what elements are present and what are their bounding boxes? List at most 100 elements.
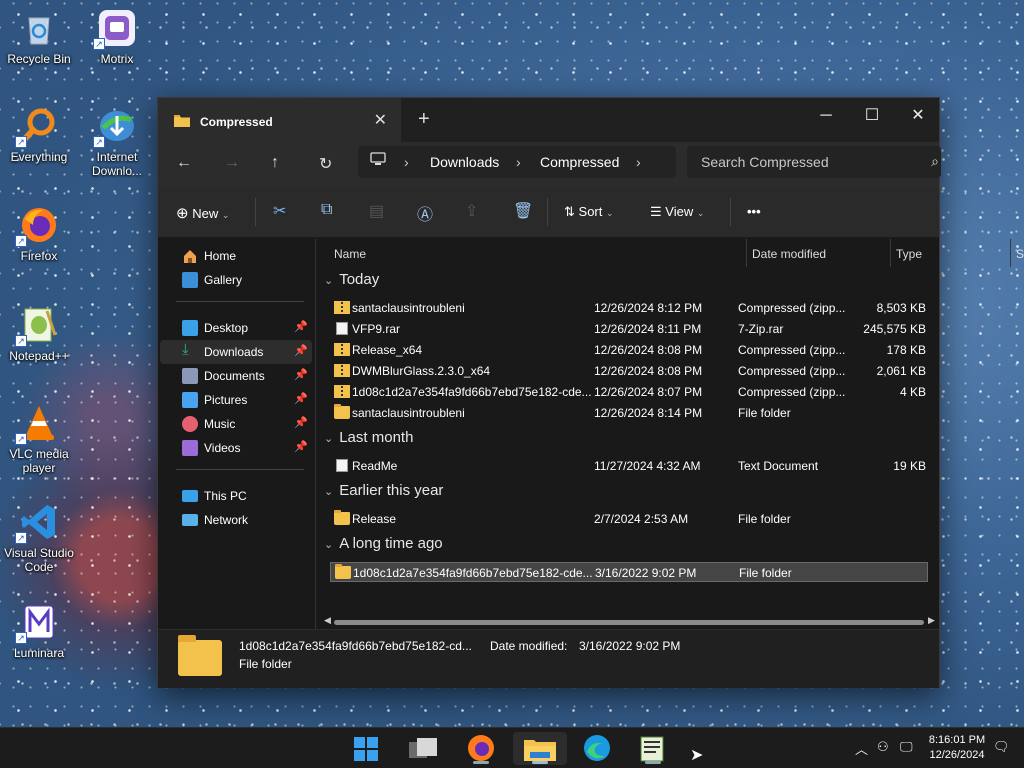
notepad-plus-plus-icon: ↗ bbox=[15, 305, 59, 347]
videos-icon bbox=[182, 440, 198, 456]
refresh-icon[interactable]: ↻ bbox=[319, 154, 332, 174]
folder-icon bbox=[178, 635, 222, 676]
share-icon[interactable]: ⇪ bbox=[465, 201, 478, 221]
nav-item-pictures[interactable]: Pictures 📌 bbox=[160, 388, 312, 412]
display-icon[interactable]: 🖵 bbox=[900, 739, 913, 755]
pictures-icon bbox=[182, 392, 198, 408]
desktop-icon-everything[interactable]: ↗ Everything bbox=[0, 106, 78, 164]
desktop-icon-recycle-bin[interactable]: Recycle Bin bbox=[0, 8, 78, 66]
breadcrumb[interactable]: › Downloads › Compressed › bbox=[358, 146, 676, 178]
address-bar: ← → ↑ ↻ › Downloads › Compressed › Searc… bbox=[158, 142, 941, 188]
new-button[interactable]: ⊕ New ⌄ bbox=[176, 204, 229, 222]
desktop-icon-firefox[interactable]: ↗ Firefox bbox=[0, 205, 78, 263]
file-row[interactable]: santaclausintroubleni 12/26/2024 8:12 PM C… bbox=[330, 298, 928, 318]
file-name: 1d08c1d2a7e354fa9fd66b7ebd75e182-cde... bbox=[353, 566, 593, 580]
file-row[interactable]: ReadMe 11/27/2024 4:32 AM Text Document 19 … bbox=[330, 456, 928, 476]
chevron-right-icon[interactable]: › bbox=[636, 154, 641, 170]
taskbar-firefox[interactable] bbox=[461, 732, 501, 765]
file-row[interactable]: Release 2/7/2024 2:53 AM File folder bbox=[330, 509, 928, 529]
desktop-icon-label: Motrix bbox=[100, 52, 134, 66]
group-header[interactable]: ⌄ A long time ago bbox=[324, 535, 443, 552]
group-header[interactable]: ⌄ Earlier this year bbox=[324, 482, 443, 499]
column-header-name[interactable]: Name bbox=[316, 239, 746, 267]
network-icon bbox=[182, 514, 198, 526]
minimize-button[interactable]: ─ bbox=[803, 102, 849, 130]
show-hidden-icons-chevron-icon[interactable]: ︿ bbox=[855, 739, 868, 758]
breadcrumb-downloads[interactable]: Downloads bbox=[430, 154, 499, 170]
forward-arrow-icon[interactable]: → bbox=[224, 154, 240, 172]
group-title: Today bbox=[339, 271, 380, 288]
file-name: 1d08c1d2a7e354fa9fd66b7ebd75e182-cde... bbox=[352, 385, 592, 399]
clock[interactable]: 8:16:01 PM 12/26/2024 bbox=[920, 733, 994, 763]
sort-button[interactable]: ⇅ Sort ⌄ bbox=[564, 204, 614, 220]
nav-item-downloads[interactable]: ⤓ Downloads 📌 bbox=[160, 340, 312, 364]
nav-label: Desktop bbox=[204, 321, 249, 335]
scroll-right-icon[interactable]: ▶ bbox=[928, 615, 935, 626]
nav-item-desktop[interactable]: Desktop 📌 bbox=[160, 316, 312, 340]
nav-item-videos[interactable]: Videos 📌 bbox=[160, 436, 312, 460]
column-header-size[interactable]: Size bbox=[1010, 239, 1024, 267]
pin-icon: 📌 bbox=[294, 441, 308, 453]
column-header-type[interactable]: Type bbox=[890, 239, 1010, 267]
desktop-icon-luminara[interactable]: ↗ Luminara bbox=[0, 602, 78, 660]
delete-icon[interactable]: 🗑 bbox=[513, 201, 533, 221]
search-placeholder: Search Compressed bbox=[701, 154, 829, 170]
file-row[interactable]: santaclausintroubleni 12/26/2024 8:14 PM F… bbox=[330, 403, 928, 423]
more-options-button[interactable]: ••• bbox=[747, 204, 761, 219]
nav-label: Documents bbox=[204, 369, 265, 383]
desktop-icon-vscode[interactable]: ↗ Visual Studio Code bbox=[0, 502, 78, 574]
command-bar: ⊕ New ⌄ ✂ ⧉ ▤ Ⓐ ⇪ 🗑 ⇅ Sort ⌄ ☰ View ⌄ ••… bbox=[158, 188, 939, 238]
desktop-icon-internet-download-manager[interactable]: ↗ Internet Downlo... bbox=[78, 106, 156, 178]
up-arrow-icon[interactable]: ↑ bbox=[271, 154, 279, 172]
file-row[interactable]: DWMBlurGlass.2.3.0_x64 12/26/2024 8:08 PM… bbox=[330, 361, 928, 381]
scroll-left-icon[interactable]: ◀ bbox=[324, 615, 331, 626]
task-view-button[interactable] bbox=[403, 732, 443, 765]
taskbar-file-explorer[interactable] bbox=[513, 732, 567, 765]
file-explorer-window: Compressed ✕ + ─ ☐ ✕ ← → ↑ ↻ › Downloads… bbox=[157, 97, 1024, 688]
column-label: Date modified bbox=[752, 247, 827, 261]
rename-icon[interactable]: Ⓐ bbox=[417, 201, 433, 225]
desktop-icon-notepad-plus-plus[interactable]: ↗ Notepad++ bbox=[0, 305, 78, 363]
back-arrow-icon[interactable]: ← bbox=[176, 154, 192, 172]
scrollbar-thumb[interactable] bbox=[334, 620, 924, 625]
notifications-icon[interactable]: 🗨 bbox=[993, 739, 1010, 755]
nav-item-music[interactable]: Music 📌 bbox=[160, 412, 312, 436]
nav-item-documents[interactable]: Documents 📌 bbox=[160, 364, 312, 388]
desktop-icon-motrix[interactable]: ↗ Motrix bbox=[78, 8, 156, 66]
sort-label: Sort bbox=[578, 204, 603, 219]
desktop-icon-vlc[interactable]: ↗ VLC media player bbox=[0, 403, 78, 475]
search-input[interactable]: Search Compressed ⌕ bbox=[687, 146, 941, 178]
horizontal-scrollbar[interactable]: ◀ ▶ bbox=[324, 615, 940, 627]
file-row[interactable]: Release_x64 12/26/2024 8:08 PM Compressed … bbox=[330, 340, 928, 360]
nav-item-network[interactable]: Network bbox=[160, 508, 312, 532]
pin-icon: 📌 bbox=[294, 393, 308, 405]
copy-icon[interactable]: ⧉ bbox=[321, 201, 332, 219]
file-row[interactable]: 1d08c1d2a7e354fa9fd66b7ebd75e182-cde... 1… bbox=[330, 382, 928, 402]
cut-icon[interactable]: ✂ bbox=[273, 201, 286, 221]
close-tab-button[interactable]: ✕ bbox=[374, 110, 387, 130]
start-button[interactable] bbox=[346, 732, 386, 765]
new-tab-button[interactable]: + bbox=[418, 108, 430, 131]
close-window-button[interactable]: ✕ bbox=[895, 102, 941, 130]
breadcrumb-compressed[interactable]: Compressed bbox=[540, 154, 619, 170]
file-row[interactable]: 1d08c1d2a7e354fa9fd66b7ebd75e182-cde... 3… bbox=[330, 562, 928, 582]
network-status-icon[interactable]: ⚇ bbox=[877, 739, 889, 755]
file-row[interactable]: VFP9.rar 12/26/2024 8:11 PM 7-Zip.rar 245,5… bbox=[330, 319, 928, 339]
nav-item-home[interactable]: Home bbox=[160, 244, 312, 268]
taskbar-edge[interactable] bbox=[577, 732, 617, 765]
paste-icon[interactable]: ▤ bbox=[369, 201, 384, 221]
folder-icon bbox=[335, 564, 351, 579]
tab-compressed[interactable]: Compressed ✕ bbox=[158, 98, 401, 142]
nav-label: Gallery bbox=[204, 273, 243, 287]
column-header-date[interactable]: Date modified bbox=[746, 239, 890, 267]
desktop-icon-label: VLC media player bbox=[9, 447, 69, 475]
file-date: 2/7/2024 2:53 AM bbox=[594, 512, 689, 526]
maximize-button[interactable]: ☐ bbox=[849, 102, 895, 130]
group-header[interactable]: ⌄ Today bbox=[324, 271, 379, 288]
view-button[interactable]: ☰ View ⌄ bbox=[650, 204, 704, 220]
taskbar-notepad-plus-plus[interactable] bbox=[633, 732, 673, 765]
file-size: 4 KB bbox=[899, 385, 926, 399]
group-header[interactable]: ⌄ Last month bbox=[324, 429, 413, 446]
nav-item-this-pc[interactable]: This PC bbox=[160, 484, 312, 508]
nav-item-gallery[interactable]: Gallery bbox=[160, 268, 312, 292]
